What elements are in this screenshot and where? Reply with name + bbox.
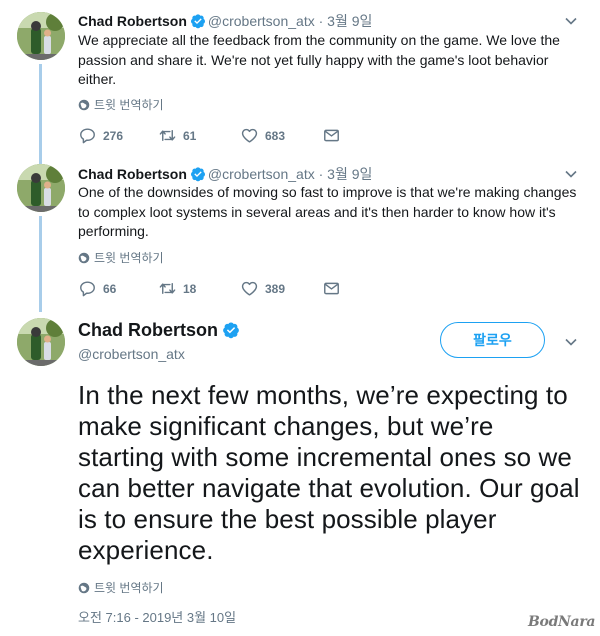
main-tweet-text: In the next few months, we’re expecting … <box>78 380 580 565</box>
tweet-date[interactable]: 3월 9일 <box>327 166 372 182</box>
tweet-header: Chad Robertson @crobertson_atx · 3월 9일 <box>78 11 372 31</box>
avatar[interactable] <box>17 164 65 212</box>
verified-badge-icon <box>190 167 205 182</box>
separator-dot: · <box>318 166 324 182</box>
avatar[interactable] <box>17 12 65 60</box>
envelope-icon <box>324 282 339 295</box>
translate-link[interactable]: 트윗 번역하기 <box>78 249 164 266</box>
message-button[interactable] <box>322 279 347 298</box>
thread-line <box>39 64 42 164</box>
reply-count: 66 <box>103 281 117 296</box>
verified-badge-icon <box>190 14 205 29</box>
heart-icon <box>241 128 258 143</box>
chevron-down-icon[interactable] <box>564 335 578 349</box>
retweet-icon <box>159 130 176 141</box>
chevron-down-icon[interactable] <box>564 167 578 181</box>
thread-line <box>39 216 42 312</box>
author-name[interactable]: Chad Robertson <box>78 13 187 29</box>
globe-icon <box>78 99 90 110</box>
message-button[interactable] <box>322 126 347 145</box>
reply-button[interactable]: 276 <box>78 126 158 145</box>
like-count: 683 <box>265 128 286 143</box>
retweet-icon <box>159 283 176 294</box>
like-button[interactable]: 389 <box>240 279 322 298</box>
reply-count: 276 <box>103 128 124 143</box>
reply-icon <box>80 281 95 297</box>
retweet-button[interactable]: 18 <box>158 279 240 298</box>
chevron-down-icon[interactable] <box>564 14 578 28</box>
author-name[interactable]: Chad Robertson <box>78 166 187 182</box>
avatar[interactable] <box>17 318 65 366</box>
envelope-icon <box>324 129 339 142</box>
author-handle[interactable]: @crobertson_atx <box>78 346 185 362</box>
author-name[interactable]: Chad Robertson <box>78 320 218 340</box>
tweet-header: Chad Robertson @crobertson_atx · 3월 9일 <box>78 164 372 184</box>
like-count: 389 <box>265 281 286 296</box>
reply-button[interactable]: 66 <box>78 279 158 298</box>
reply-icon <box>80 128 95 144</box>
author-name-main[interactable]: Chad Robertson <box>78 320 242 341</box>
watermark: BodNara <box>528 614 596 630</box>
translate-link[interactable]: 트윗 번역하기 <box>78 96 164 113</box>
tweet-actions: 66 18 389 <box>78 279 347 298</box>
translate-link[interactable]: 트윗 번역하기 <box>78 579 164 596</box>
translate-label: 트윗 번역하기 <box>94 251 164 265</box>
author-handle[interactable]: @crobertson_atx <box>208 166 315 182</box>
retweet-count: 61 <box>183 128 197 143</box>
separator-dot: · <box>318 13 324 29</box>
tweet-text: One of the downsides of moving so fast t… <box>78 184 577 239</box>
verified-badge-icon <box>223 322 239 339</box>
tweet-actions: 276 61 683 <box>78 126 347 145</box>
retweet-count: 18 <box>183 281 197 296</box>
author-handle[interactable]: @crobertson_atx <box>208 13 315 29</box>
globe-icon <box>78 582 90 593</box>
translate-label: 트윗 번역하기 <box>94 581 164 595</box>
retweet-button[interactable]: 61 <box>158 126 240 145</box>
heart-icon <box>241 281 258 296</box>
globe-icon <box>78 252 90 263</box>
like-button[interactable]: 683 <box>240 126 322 145</box>
tweet-date[interactable]: 3월 9일 <box>327 13 372 29</box>
follow-button[interactable]: 팔로우 <box>440 322 545 358</box>
tweet-text: We appreciate all the feedback from the … <box>78 32 560 87</box>
translate-label: 트윗 번역하기 <box>94 98 164 112</box>
tweet-timestamp[interactable]: 오전 7:16 - 2019년 3월 10일 <box>78 607 236 626</box>
